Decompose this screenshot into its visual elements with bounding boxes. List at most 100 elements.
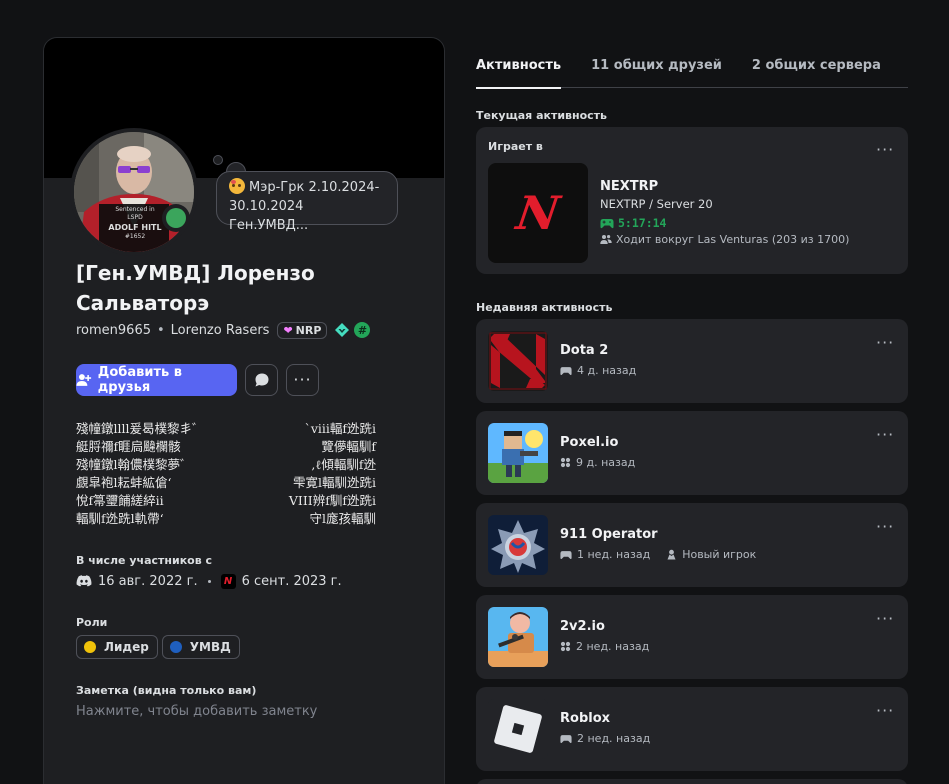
nextrp-logo-icon: N — [513, 186, 563, 240]
recent-game-meta: 9 д. назад — [560, 456, 635, 469]
pronouns: Lorenzo Rasers — [170, 322, 270, 338]
elapsed-time: 5:17:14 — [618, 216, 667, 230]
more-icon[interactable]: ··· — [876, 142, 894, 158]
bio-text: 艇脟禰f睚扃颹欄骸 — [76, 439, 181, 454]
more-options-button[interactable]: ··· — [286, 364, 319, 396]
role-name: УМВД — [189, 640, 231, 654]
bio-text: 覷皐袍l耘蚌絋傖ʻ — [76, 475, 172, 490]
message-button[interactable] — [245, 364, 278, 396]
status-bubble-dot — [213, 155, 223, 165]
bio-text: 殘幢鐓l翰儂樸黎夢゛ — [76, 457, 193, 472]
current-activity-title: Текущая активность — [476, 109, 608, 122]
2v2io-art-icon — [488, 607, 548, 667]
avatar-image: Sentenced in LSPD ADOLF HITL #1652 — [74, 132, 194, 252]
911-operator-logo-icon — [488, 515, 548, 575]
separator-dot — [207, 579, 211, 583]
add-friend-button[interactable]: Добавить в друзья — [76, 364, 237, 396]
activity-details: NEXTRP / Server 20 — [600, 197, 713, 211]
more-icon[interactable]: ··· — [876, 611, 894, 627]
recent-activity-item[interactable]: ··· Roblox 2 нед. назад — [476, 687, 908, 771]
gamepad-icon — [600, 218, 614, 228]
tab-mutual-friends[interactable]: 11 общих друзей — [591, 56, 722, 88]
add-friend-icon — [76, 374, 92, 386]
more-icon[interactable]: ··· — [876, 519, 894, 535]
recent-game-name: Dota 2 — [560, 343, 609, 358]
recent-activity-item-partial[interactable] — [476, 779, 908, 784]
server-logo-icon: N — [220, 573, 236, 589]
activity-state: Ходит вокруг Las Venturas (203 из 1700) — [600, 233, 849, 246]
activity-game-name[interactable]: NEXTRP — [600, 179, 658, 194]
role-chip[interactable]: Лидер — [76, 635, 158, 659]
role-chip[interactable]: УМВД — [161, 635, 240, 659]
display-name: [Ген.УМВД] Лорензо Сальваторэ — [76, 261, 315, 315]
recent-game-name: Roblox — [560, 711, 611, 726]
dota2-logo-icon — [488, 331, 548, 391]
avatar[interactable]: Sentenced in LSPD ADOLF HITL #1652 — [70, 128, 198, 256]
bio-text: ,ℓ傾輻馴f迯 — [311, 457, 376, 472]
profile-tabs: Активность 11 общих друзей 2 общих серве… — [476, 56, 908, 89]
tab-mutual-servers[interactable]: 2 общих сервера — [752, 56, 881, 88]
players-icon — [600, 235, 612, 244]
username[interactable]: romen9665 — [76, 323, 151, 338]
poxel-art-icon — [488, 423, 548, 483]
activity-state-text: Ходит вокруг Las Venturas (203 из 1700) — [616, 233, 850, 246]
apps-icon — [560, 457, 571, 468]
add-friend-label: Добавить в друзья — [97, 365, 182, 395]
gamepad-icon — [560, 550, 572, 560]
recent-game-meta: 2 нед. назад — [560, 640, 649, 653]
bio-row: 殘幢鐓l翰儂樸黎夢゛ ,ℓ傾輻馴f迯 — [76, 456, 376, 474]
apps-icon — [560, 641, 571, 652]
recent-game-extra: Новый игрок — [682, 548, 757, 561]
roblox-logo-icon — [488, 699, 548, 759]
bio-text: 覽儚輻馴f — [321, 439, 376, 454]
more-icon[interactable]: ··· — [876, 427, 894, 443]
avatar-caption-name: ADOLF HITL — [108, 223, 162, 232]
game-art-nextrp[interactable]: N — [488, 163, 588, 263]
more-icon: ··· — [293, 370, 312, 389]
game-thumbnail-dota2 — [488, 331, 548, 391]
playing-label: Играет в — [488, 140, 543, 153]
recent-game-meta: 1 нед. назад Новый игрок — [560, 548, 756, 561]
recent-activity-item[interactable]: ··· 911 Operator 1 нед. назад Новый игро… — [476, 503, 908, 587]
tab-activity[interactable]: Активность — [476, 56, 562, 89]
new-player-icon — [666, 549, 677, 560]
note-input[interactable]: Нажмите, чтобы добавить заметку — [76, 704, 317, 719]
game-thumbnail-poxel — [488, 423, 548, 483]
recent-game-time: 2 нед. назад — [577, 732, 651, 745]
game-thumbnail-911-operator — [488, 515, 548, 575]
bio-row: 殘幢鐓llll爰曷樸黎丯゛ `viii輻f迯跣i — [76, 420, 376, 438]
avatar-caption-line: Sentenced in — [115, 206, 155, 213]
bio-text: 悅f箒瓕餔縒綷ii — [76, 493, 164, 508]
current-activity-card: Играет в ··· N NEXTRP NEXTRP / Server 20… — [476, 127, 908, 274]
more-icon[interactable]: ··· — [876, 703, 894, 719]
game-thumbnail-2v2io — [488, 607, 548, 667]
recent-activity-item[interactable]: ··· Dota 2 4 д. назад — [476, 319, 908, 403]
role-color-icon — [84, 641, 96, 653]
recent-game-meta: 2 нед. назад — [560, 732, 650, 745]
role-name: Лидер — [104, 640, 149, 654]
game-thumbnail-roblox — [488, 699, 548, 759]
profile-panel: Sentenced in LSPD ADOLF HITL #1652 Мэр-Г… — [43, 37, 445, 784]
hypesquad-badge-icon[interactable] — [334, 322, 350, 338]
member-since-title: В числе участников с — [76, 554, 213, 567]
roles-title: Роли — [76, 616, 108, 629]
gamepad-icon — [560, 734, 572, 744]
recent-activity-item[interactable]: ··· Poxel.io 9 д. назад — [476, 411, 908, 495]
bio-text: 雫寛l輻馴迯跣i — [293, 475, 376, 490]
online-status-icon — [162, 204, 190, 232]
custom-status-bubble[interactable]: Мэр-Грк 2.10.2024-30.10.2024 Ген.УМВД... — [216, 171, 398, 233]
hashtag-badge-icon[interactable]: # — [354, 322, 371, 338]
recent-game-meta: 4 д. назад — [560, 364, 636, 377]
about-me-bio: 殘幢鐓llll爰曷樸黎丯゛ `viii輻f迯跣i 艇脟禰f睚扃颹欄骸 覽儚輻馴f 殘… — [76, 420, 376, 528]
recent-activity-item[interactable]: ··· 2v2.io 2 нед. назад — [476, 595, 908, 679]
more-icon[interactable]: ··· — [876, 335, 894, 351]
smiling-hearts-emoji-icon — [229, 178, 245, 194]
bio-text: 輻馴f迯跣l軌帶ʻ — [76, 511, 164, 526]
server-tag-label: NRP — [295, 323, 322, 337]
user-identity-line: romen9665 • Lorenzo Rasers ❤ NRP # — [76, 320, 371, 340]
custom-status-text: Мэр-Грк 2.10.2024-30.10.2024 Ген.УМВД... — [229, 180, 380, 233]
role-color-icon — [169, 641, 182, 653]
avatar-caption: Sentenced in LSPD ADOLF HITL #1652 — [100, 206, 170, 241]
server-tag-badge[interactable]: ❤ NRP — [277, 321, 328, 339]
recent-game-name: Poxel.io — [560, 435, 619, 450]
